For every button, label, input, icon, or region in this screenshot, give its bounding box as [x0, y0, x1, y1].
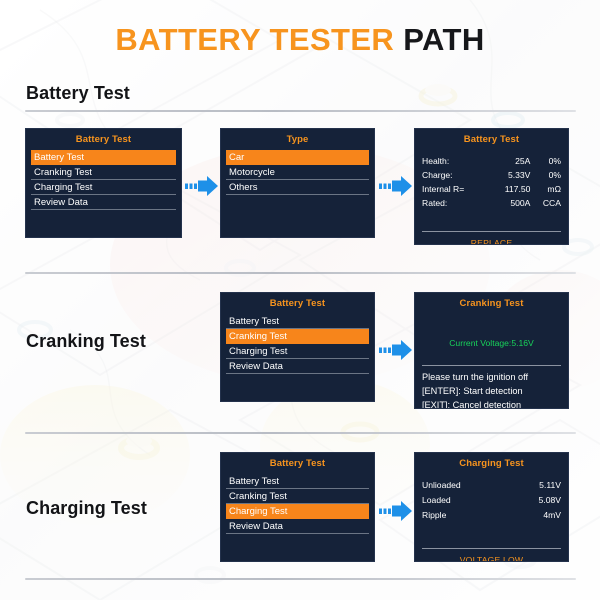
screen-cranking-test-detail[interactable]: Cranking Test Current Voltage:5.16V Plea… — [414, 292, 569, 409]
menu-item-motorcycle[interactable]: Motorcycle — [226, 165, 369, 180]
result-key: Loaded — [422, 495, 451, 505]
menu-item-battery-test[interactable]: Battery Test — [226, 314, 369, 329]
screen-charging-menu[interactable]: Battery Test Battery Test Cranking Test … — [220, 452, 375, 562]
page-title: BATTERY TESTER PATH — [115, 24, 484, 55]
menu-list: Battery Test Cranking Test Charging Test… — [221, 474, 374, 534]
menu-item-battery-test[interactable]: Battery Test — [226, 474, 369, 489]
section-label-battery-test: Battery Test — [26, 83, 130, 103]
status-badge-voltage-low: VOLTAGE LOW — [459, 555, 524, 562]
status-badge-replace: REPLACE — [470, 238, 513, 245]
screen-title: Charging Test — [459, 458, 524, 469]
result-value: 4mV — [543, 510, 561, 520]
result-value: 25A — [515, 156, 531, 166]
result-row-charge: Charge: 5.33V 0% — [422, 168, 561, 182]
screen-cranking-menu[interactable]: Battery Test Battery Test Cranking Test … — [220, 292, 375, 402]
menu-item-review-data[interactable]: Review Data — [226, 359, 369, 374]
menu-item-cranking-test[interactable]: Cranking Test — [31, 165, 176, 180]
menu-item-charging-test[interactable]: Charging Test — [31, 180, 176, 195]
instruction-line-2: [ENTER]: Start detection — [422, 386, 523, 396]
result-key: Charge: — [422, 170, 453, 180]
screen-battery-test-result[interactable]: Battery Test Health: 25A 0% Charge: 5.33… — [414, 128, 569, 245]
menu-item-charging-test[interactable]: Charging Test — [226, 344, 369, 359]
arrow-type-to-battery-result — [379, 175, 413, 202]
result-unit: mΩ — [547, 184, 561, 194]
screen-type-menu[interactable]: Type Car Motorcycle Others — [220, 128, 375, 238]
result-row-unloaded: Unlioaded 5.11V — [422, 478, 561, 493]
result-value: 5.08V — [538, 495, 561, 505]
screen-title: Battery Test — [463, 134, 520, 145]
result-key: Health: — [422, 156, 450, 166]
page-title-highlight: BATTERY TESTER — [115, 21, 395, 57]
arrow-cranking-menu-to-cranking-screen — [379, 339, 413, 366]
page-header: BATTERY TESTER PATH — [0, 0, 600, 78]
screen-charging-test-result[interactable]: Charging Test Unlioaded 5.11V Loaded 5.0… — [414, 452, 569, 562]
result-unit: CCA — [542, 198, 561, 208]
result-value: 117.50 — [504, 184, 531, 194]
screen-divider — [422, 365, 561, 366]
result-key: Internal R= — [422, 184, 465, 194]
result-key: Ripple — [422, 510, 447, 520]
result-row-health: Health: 25A 0% — [422, 154, 561, 168]
screen-title: Battery Test — [75, 134, 132, 145]
result-row-loaded: Loaded 5.08V — [422, 493, 561, 508]
screen-title: Cranking Test — [459, 298, 524, 309]
instruction-line-1: Please turn the ignition off — [422, 372, 529, 382]
result-key: Unlioaded — [422, 480, 461, 490]
page-title-rest: PATH — [403, 21, 485, 57]
menu-list: Battery Test Cranking Test Charging Test… — [26, 150, 181, 210]
result-value: 500A — [510, 198, 531, 208]
result-row-ripple: Ripple 4mV — [422, 508, 561, 523]
screen-title: Type — [286, 134, 309, 145]
menu-item-battery-test[interactable]: Battery Test — [31, 150, 176, 165]
section-label-charging-test: Charging Test — [26, 498, 147, 518]
menu-item-cranking-test[interactable]: Cranking Test — [226, 329, 369, 344]
menu-item-others[interactable]: Others — [226, 180, 369, 195]
arrow-battery-test-to-type — [185, 175, 219, 202]
section-divider-1 — [25, 110, 576, 112]
result-value: 5.11V — [539, 480, 561, 490]
current-voltage-readout: Current Voltage:5.16V — [449, 338, 534, 348]
menu-item-review-data[interactable]: Review Data — [31, 195, 176, 210]
section-divider-3 — [25, 432, 576, 434]
screen-title: Battery Test — [269, 298, 326, 309]
screen-title: Battery Test — [269, 458, 326, 469]
result-row-internal-resistance: Internal R= 117.50 mΩ — [422, 182, 561, 196]
result-key: Rated: — [422, 198, 448, 208]
result-table: Health: 25A 0% Charge: 5.33V 0% Internal… — [415, 150, 568, 210]
instruction-line-3: [EXIT]: Cancel detection — [422, 400, 522, 409]
section-divider-2 — [25, 272, 576, 274]
result-row-rated: Rated: 500A CCA — [422, 196, 561, 210]
screen-battery-test-menu[interactable]: Battery Test Battery Test Cranking Test … — [25, 128, 182, 238]
result-unit: 0% — [548, 170, 561, 180]
arrow-charging-menu-to-charging-screen — [379, 500, 413, 527]
menu-list: Car Motorcycle Others — [221, 150, 374, 195]
menu-item-charging-test[interactable]: Charging Test — [226, 504, 369, 519]
menu-item-review-data[interactable]: Review Data — [226, 519, 369, 534]
section-label-cranking-test: Cranking Test — [26, 331, 146, 351]
menu-item-car[interactable]: Car — [226, 150, 369, 165]
result-unit: 0% — [548, 156, 561, 166]
result-table: Unlioaded 5.11V Loaded 5.08V Ripple 4mV — [415, 474, 568, 523]
page-root: BATTERY TESTER PATH Battery Test Battery… — [0, 0, 600, 600]
menu-item-cranking-test[interactable]: Cranking Test — [226, 489, 369, 504]
section-divider-4 — [25, 578, 576, 580]
menu-list: Battery Test Cranking Test Charging Test… — [221, 314, 374, 374]
result-value: 5.33V — [507, 170, 531, 180]
